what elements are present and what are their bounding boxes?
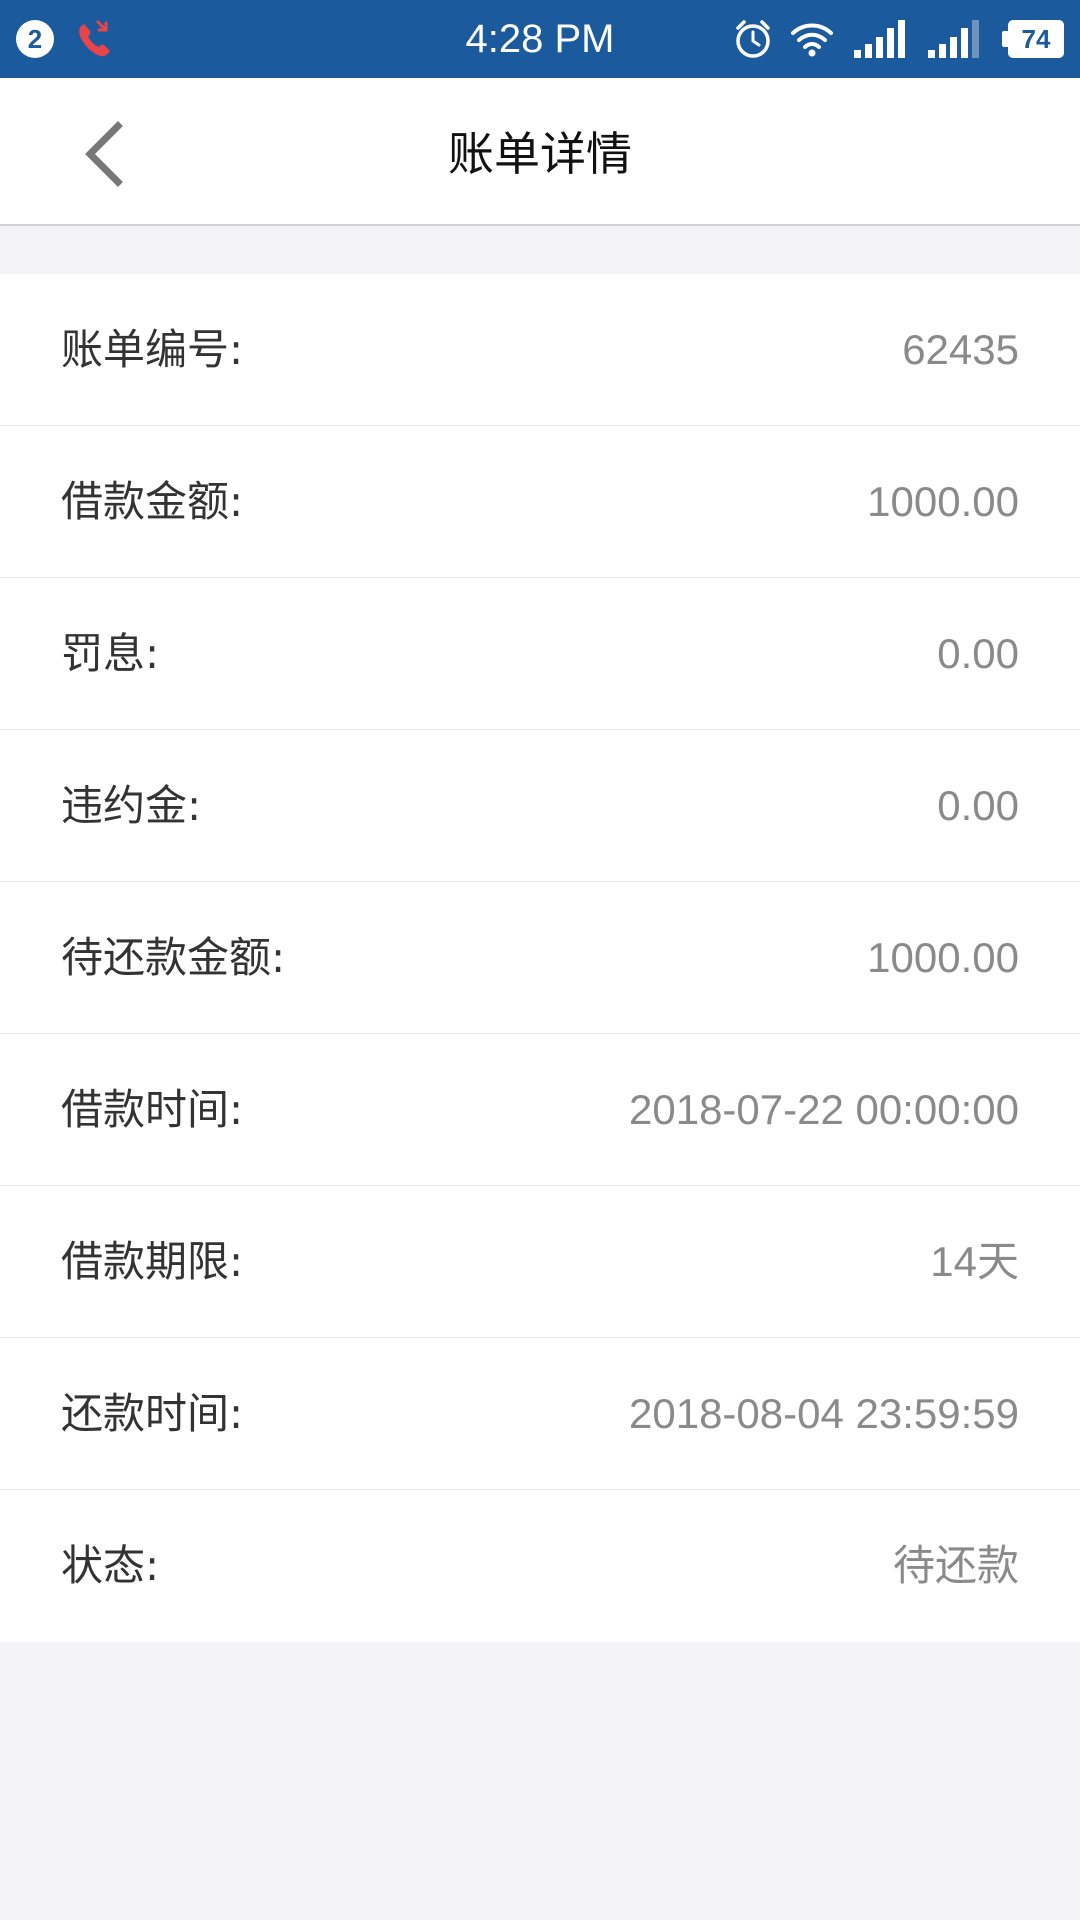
detail-row-status: 状态: 待还款	[0, 1490, 1080, 1642]
battery-level: 74	[1008, 20, 1064, 58]
detail-row-loan-term: 借款期限: 14天	[0, 1186, 1080, 1338]
detail-row-amount-due: 待还款金额: 1000.00	[0, 882, 1080, 1034]
detail-label: 待还款金额:	[61, 933, 286, 982]
detail-row-loan-time: 借款时间: 2018-07-22 00:00:00	[0, 1034, 1080, 1186]
alarm-icon	[736, 20, 770, 58]
detail-row-repayment-time: 还款时间: 2018-08-04 23:59:59	[0, 1338, 1080, 1490]
detail-label: 借款时间:	[61, 1085, 244, 1134]
bill-detail-list: 账单编号: 62435 借款金额: 1000.00 罚息: 0.00 违约金: …	[0, 274, 1080, 1642]
status-bar: 2 4:28 PM 74	[0, 0, 1080, 78]
detail-label: 状态:	[61, 1541, 160, 1590]
detail-label: 借款金额:	[61, 477, 244, 526]
detail-value: 14天	[930, 1238, 1019, 1285]
detail-row-bill-number: 账单编号: 62435	[0, 274, 1080, 426]
status-value: 待还款	[892, 1542, 1019, 1589]
detail-label: 违约金:	[61, 781, 202, 830]
detail-label: 还款时间:	[61, 1389, 244, 1438]
status-time: 4:28 PM	[465, 17, 615, 61]
detail-value: 2018-08-04 23:59:59	[629, 1390, 1019, 1437]
detail-row-late-fee: 违约金: 0.00	[0, 730, 1080, 882]
battery-icon: 74	[1002, 20, 1064, 58]
signal-icon	[928, 20, 979, 58]
page-title: 账单详情	[448, 127, 632, 181]
detail-value: 62435	[902, 326, 1019, 373]
detail-row-penalty-interest: 罚息: 0.00	[0, 578, 1080, 730]
detail-value: 2018-07-22 00:00:00	[629, 1086, 1019, 1133]
detail-value: 1000.00	[867, 934, 1019, 981]
detail-label: 账单编号:	[61, 325, 244, 374]
signal-icon	[854, 20, 905, 58]
nav-bar: 账单详情	[0, 78, 1080, 226]
detail-label: 借款期限:	[61, 1237, 244, 1286]
detail-value: 0.00	[937, 782, 1019, 829]
detail-value: 0.00	[937, 630, 1019, 677]
detail-value: 1000.00	[867, 478, 1019, 525]
detail-row-loan-amount: 借款金额: 1000.00	[0, 426, 1080, 578]
detail-label: 罚息:	[61, 629, 160, 678]
wifi-icon	[791, 23, 833, 57]
